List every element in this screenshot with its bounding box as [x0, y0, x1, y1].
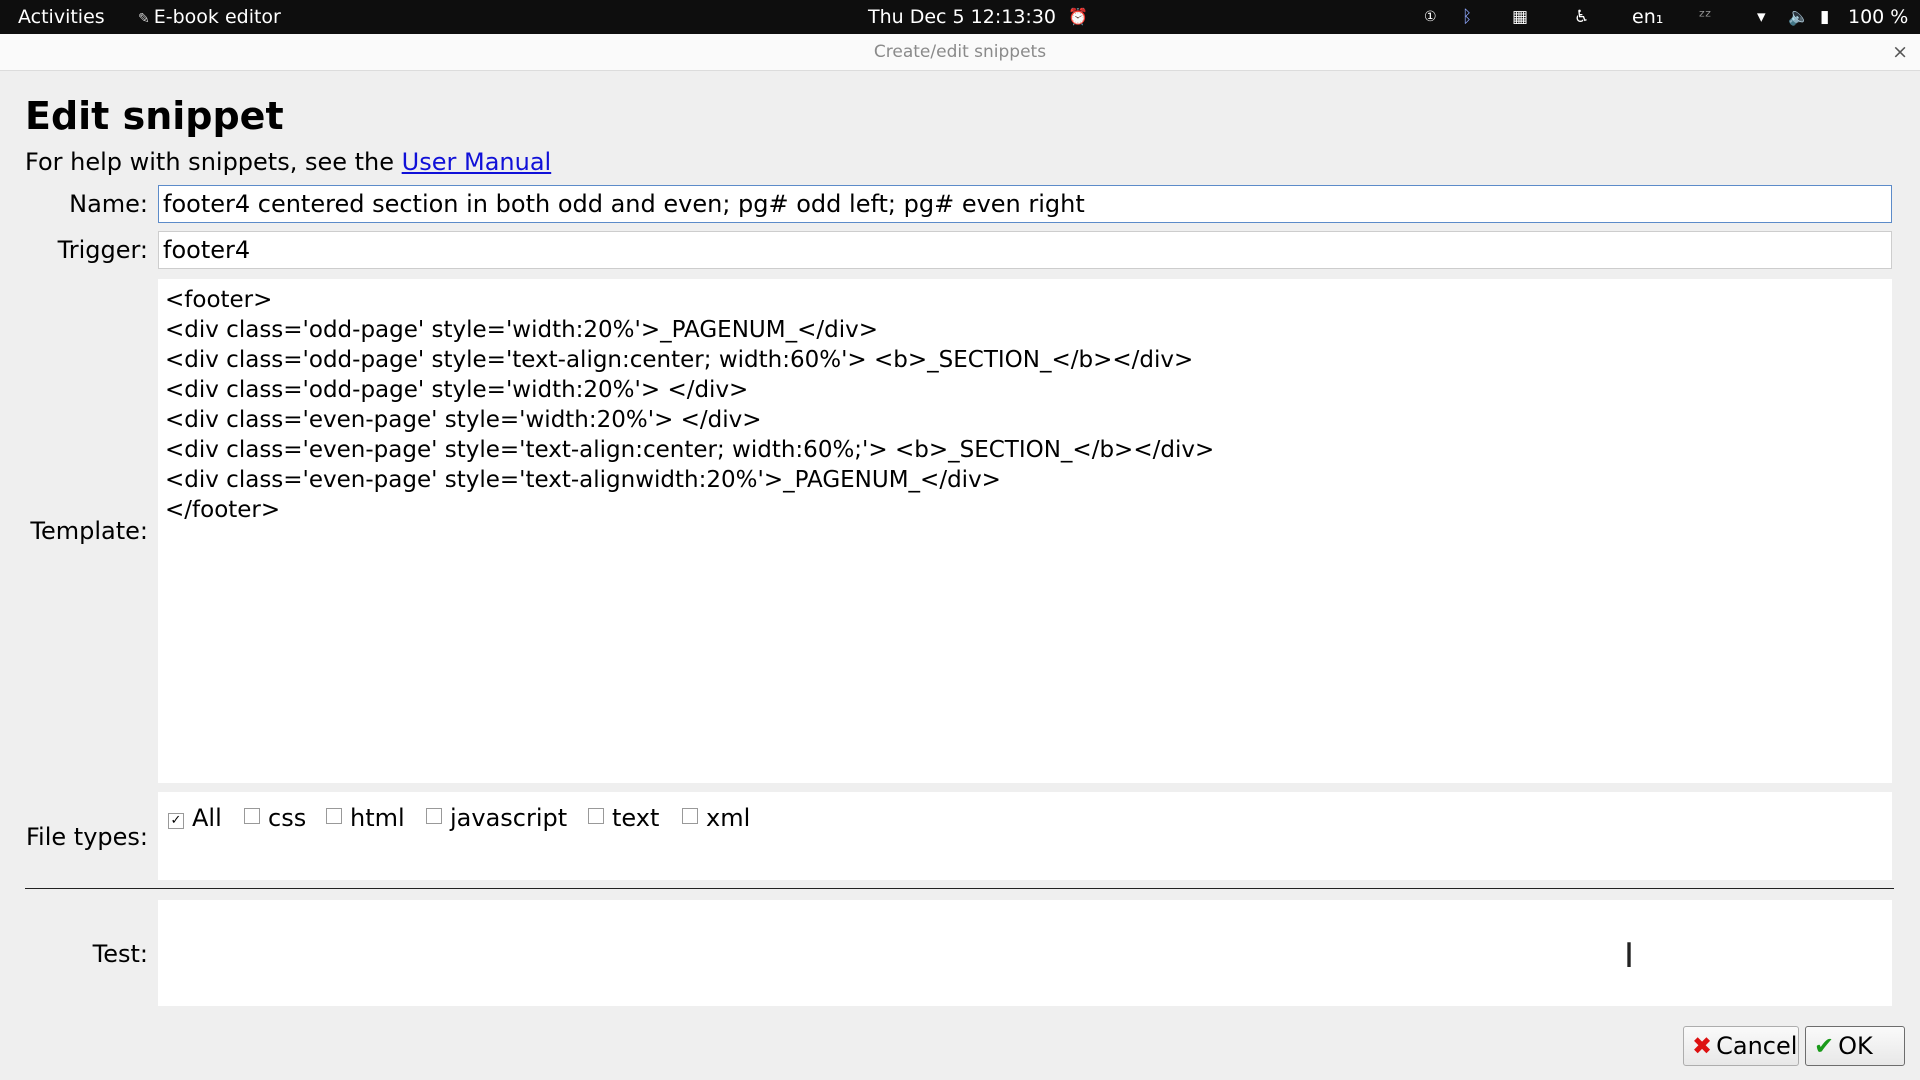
checkbox-checked-icon: ✓	[168, 813, 184, 829]
checkbox-icon	[682, 808, 698, 824]
filetype-label: html	[350, 804, 405, 832]
activities-button[interactable]: Activities	[18, 0, 105, 34]
filetype-label: javascript	[450, 804, 568, 832]
wifi-icon[interactable]: ▾	[1757, 0, 1766, 34]
template-line: <footer>	[165, 287, 273, 313]
template-line: <div class='odd-page' style='text-align:…	[165, 347, 1194, 373]
keyboard-layout[interactable]: en₁	[1632, 0, 1663, 34]
template-line: </footer>	[165, 497, 281, 523]
template-line: <div class='odd-page' style='width:20%'>…	[165, 317, 878, 343]
notification-icon[interactable]: ①	[1424, 0, 1437, 34]
help-text: For help with snippets, see the User Man…	[25, 148, 551, 176]
app-name: E-book editor	[153, 6, 281, 28]
cancel-button[interactable]: ✖ Cancel	[1683, 1026, 1799, 1066]
dialog-title: Create/edit snippets	[873, 42, 1047, 62]
filetype-xml-checkbox[interactable]: xml	[682, 804, 750, 832]
alarm-icon: ⏰	[1068, 7, 1088, 26]
cancel-button-label: Cancel	[1716, 1032, 1798, 1060]
close-icon[interactable]: ×	[1892, 34, 1908, 70]
divider	[25, 888, 1894, 889]
help-prefix: For help with snippets, see the	[25, 148, 402, 176]
checkbox-icon	[244, 808, 260, 824]
template-line: <div class='even-page' style='width:20%'…	[165, 407, 762, 433]
name-input[interactable]: footer4 centered section in both odd and…	[158, 185, 1892, 223]
battery-icon[interactable]: ▮	[1820, 0, 1829, 34]
accessibility-icon[interactable]: ♿	[1574, 0, 1589, 34]
volume-icon[interactable]: 🔈	[1788, 0, 1809, 34]
template-line: <div class='even-page' style='text-align…	[165, 437, 1215, 463]
user-manual-link[interactable]: User Manual	[402, 148, 552, 176]
filetype-label: text	[612, 804, 660, 832]
trigger-input[interactable]: footer4	[158, 231, 1892, 269]
ok-button-label: OK	[1838, 1032, 1873, 1060]
template-editor[interactable]: <footer> <div class='odd-page' style='wi…	[158, 279, 1892, 783]
filetype-all-checkbox[interactable]: ✓ All	[168, 804, 222, 832]
checkbox-icon	[426, 808, 442, 824]
app-icon: ✎	[138, 11, 150, 27]
app-menu[interactable]: ✎ E-book editor	[138, 0, 281, 34]
template-line: <div class='odd-page' style='width:20%'>…	[165, 377, 749, 403]
workspace-icon[interactable]: ▦	[1512, 0, 1528, 34]
template-label: Template:	[30, 517, 148, 545]
name-label: Name:	[69, 190, 148, 218]
text-cursor-icon: I	[1624, 936, 1635, 976]
filetype-javascript-checkbox[interactable]: javascript	[426, 804, 567, 832]
battery-level: 100 %	[1848, 6, 1909, 28]
checkbox-icon	[326, 808, 342, 824]
template-line: <div class='even-page' style='text-align…	[165, 467, 1001, 493]
bluetooth-icon[interactable]: ᛒ	[1462, 0, 1472, 34]
filetype-label: xml	[706, 804, 751, 832]
sleep-icon[interactable]: ᶻᶻ	[1699, 0, 1711, 34]
test-label: Test:	[92, 940, 148, 968]
system-top-bar: Activities ✎ E-book editor Thu Dec 5 12:1…	[0, 0, 1920, 34]
page-title: Edit snippet	[25, 94, 284, 138]
filetypes-group: ✓ All css html javascript text xml	[158, 792, 1892, 880]
filetype-label: All	[192, 804, 222, 832]
filetype-label: css	[268, 804, 307, 832]
ok-button[interactable]: ✔ OK	[1805, 1026, 1905, 1066]
filetype-css-checkbox[interactable]: css	[244, 804, 306, 832]
cancel-icon: ✖	[1692, 1032, 1713, 1060]
clock[interactable]: Thu Dec 5 12:13:30	[868, 0, 1056, 34]
trigger-label: Trigger:	[57, 236, 148, 264]
filetype-text-checkbox[interactable]: text	[588, 804, 659, 832]
filetype-html-checkbox[interactable]: html	[326, 804, 405, 832]
dialog-titlebar: Create/edit snippets ×	[0, 34, 1920, 71]
checkbox-icon	[588, 808, 604, 824]
filetypes-label: File types:	[26, 823, 148, 851]
check-icon: ✔	[1814, 1032, 1835, 1060]
